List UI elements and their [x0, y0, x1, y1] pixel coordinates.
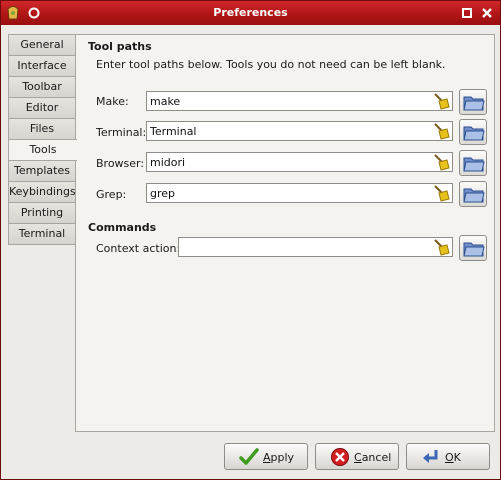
- tab-toolbar[interactable]: Toolbar: [8, 76, 75, 98]
- open-folder-icon: [463, 96, 485, 111]
- apply-button[interactable]: Apply: [224, 443, 308, 470]
- clear-broom-icon[interactable]: [432, 153, 450, 171]
- cancel-label: Cancel: [354, 451, 392, 464]
- cancel-button[interactable]: Cancel: [315, 443, 399, 470]
- ok-button[interactable]: OK: [406, 443, 490, 470]
- ok-label: OK: [445, 451, 461, 464]
- tools-panel: Tool paths Enter tool paths below. Tools…: [75, 34, 495, 432]
- window-title: Preferences: [213, 6, 288, 19]
- browser-browse-button[interactable]: [459, 150, 487, 176]
- button-bar: Apply Cancel OK: [1, 435, 500, 479]
- browser-field[interactable]: [146, 152, 453, 172]
- tab-printing[interactable]: Printing: [8, 202, 75, 224]
- context-action-label: Context action:: [96, 242, 181, 255]
- context-action-browse-button[interactable]: [459, 235, 487, 261]
- tool-paths-heading: Tool paths: [88, 40, 152, 53]
- tool-paths-description: Enter tool paths below. Tools you do not…: [96, 58, 446, 71]
- clear-broom-icon[interactable]: [432, 184, 450, 202]
- clear-broom-icon[interactable]: [432, 238, 450, 256]
- tab-editor[interactable]: Editor: [8, 97, 75, 119]
- context-action-input[interactable]: [179, 238, 452, 256]
- context-action-field[interactable]: [178, 237, 453, 257]
- tab-terminal[interactable]: Terminal: [8, 223, 75, 245]
- tab-general[interactable]: General: [8, 34, 75, 56]
- tab-keybindings[interactable]: Keybindings: [8, 181, 76, 203]
- minimize-icon[interactable]: [459, 5, 475, 21]
- clear-broom-icon[interactable]: [432, 92, 450, 110]
- open-folder-icon: [463, 242, 485, 257]
- ok-return-icon: [421, 447, 441, 467]
- title-bar[interactable]: Preferences: [1, 1, 500, 25]
- open-folder-icon: [463, 188, 485, 203]
- grep-field[interactable]: [146, 183, 453, 203]
- grep-label: Grep:: [96, 188, 127, 201]
- tab-files[interactable]: Files: [8, 118, 75, 140]
- browser-input[interactable]: [147, 153, 452, 171]
- clear-broom-icon[interactable]: [432, 122, 450, 140]
- make-input[interactable]: [147, 92, 452, 110]
- tab-templates[interactable]: Templates: [8, 160, 75, 182]
- terminal-browse-button[interactable]: [459, 119, 487, 145]
- terminal-input[interactable]: [147, 122, 452, 140]
- open-folder-icon: [463, 126, 485, 141]
- grep-browse-button[interactable]: [459, 181, 487, 207]
- open-folder-icon: [463, 157, 485, 172]
- commands-heading: Commands: [88, 221, 157, 234]
- apply-check-icon: [239, 447, 259, 467]
- cancel-x-icon: [330, 447, 350, 467]
- close-icon[interactable]: [479, 5, 495, 21]
- tab-interface[interactable]: Interface: [8, 55, 75, 77]
- tab-tools[interactable]: Tools: [8, 139, 77, 161]
- make-label: Make:: [96, 95, 129, 108]
- browser-label: Browser:: [96, 157, 145, 170]
- make-field[interactable]: [146, 91, 453, 111]
- make-browse-button[interactable]: [459, 89, 487, 115]
- preferences-window: Preferences General Interface Toolbar Ed…: [0, 0, 501, 480]
- dialog-body: General Interface Toolbar Editor Files T…: [1, 25, 500, 479]
- terminal-label: Terminal:: [96, 126, 147, 139]
- apply-label: Apply: [263, 451, 295, 464]
- terminal-field[interactable]: [146, 121, 453, 141]
- grep-input[interactable]: [147, 184, 452, 202]
